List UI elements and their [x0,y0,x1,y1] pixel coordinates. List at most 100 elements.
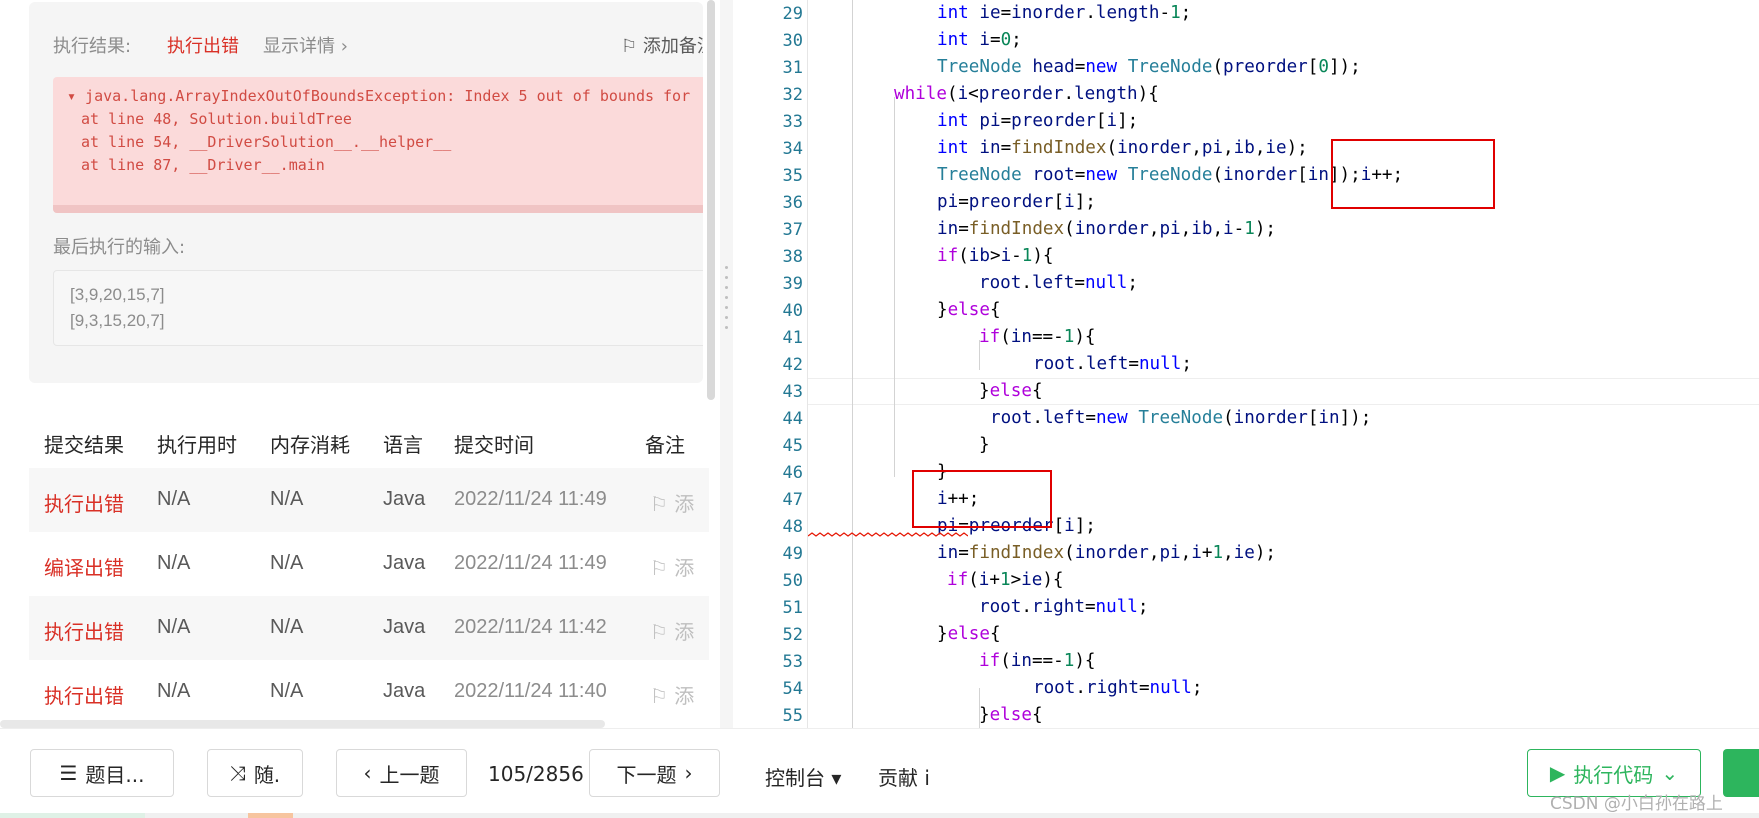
row-add-note[interactable]: ⚐ 添 [650,680,694,709]
code-line: }else{ [937,624,1001,644]
code-editor[interactable]: 29 30 31 32 33 34 35 36 37 38 39 40 41 4… [733,0,1759,728]
splitter-dot [725,316,728,319]
row-runtime: N/A [157,488,191,510]
problem-counter: 105/2856 [488,762,584,786]
next-label: 下一题 [616,762,677,787]
row-memory: N/A [270,488,304,510]
row-date: 2022/11/24 11:40 [454,680,607,702]
row-add-note[interactable]: ⚐ 添 [650,552,694,581]
row-date: 2022/11/24 11:42 [454,616,607,638]
result-label: 执行结果: [53,36,132,57]
next-problem-button[interactable]: 下一题 › [589,749,720,797]
input-line: [9,3,15,20,7] [70,311,165,330]
code-line: root.right=null; [1033,678,1203,698]
code-line: TreeNode head=new TreeNode(preorder[0]); [937,57,1361,77]
splitter-dot [725,266,728,269]
problem-list-button[interactable]: ☰ 题目... [30,749,174,797]
shuffle-icon: ⤨ [229,761,246,785]
last-input-label: 最后执行的输入: [53,237,186,258]
code-line: TreeNode root=new TreeNode(inorder[in]);… [937,165,1404,185]
row-memory: N/A [270,552,304,574]
list-icon: ☰ [59,761,78,785]
splitter-dot [725,306,728,309]
code-line: in=findIndex(inorder,pi,ib,i-1); [937,219,1276,239]
row-runtime: N/A [157,552,191,574]
left-scrollbar[interactable] [707,0,715,400]
random-button[interactable]: ⤨ 随. [207,749,303,797]
row-memory: N/A [270,680,304,702]
error-box: ▾ java.lang.ArrayIndexOutOfBoundsExcepti… [53,77,703,213]
table-row[interactable]: 执行出错 N/A N/A Java 2022/11/24 11:40 ⚐ 添 [29,660,709,724]
header-status: 提交结果 [44,433,124,457]
stack-line: at line 48, Solution.buildTree [81,110,352,128]
error-scrollbar[interactable] [53,205,703,213]
code-line: }else{ [979,381,1043,401]
code-line: int ie=inorder.length-1; [937,3,1192,23]
row-status[interactable]: 执行出错 [44,616,124,645]
row-status[interactable]: 编译出错 [44,552,124,581]
row-memory: N/A [270,616,304,638]
chevron-down-icon: ⌄ [1661,761,1679,785]
splitter-dot [725,296,728,299]
highlight-box [912,470,1052,528]
error-message: ▾ java.lang.ArrayIndexOutOfBoundsExcepti… [67,87,691,105]
splitter-dot [725,286,728,289]
row-add-note[interactable]: ⚐ 添 [650,488,694,517]
splitter-dot [725,276,728,279]
show-details-link[interactable]: 显示详情 › [263,32,348,58]
tab-segment [248,813,293,818]
header-note: 备注 [645,433,685,457]
row-status[interactable]: 执行出错 [44,680,124,709]
error-squiggle [808,532,968,537]
problem-list-label: 题目... [85,762,145,787]
chevron-left-icon: ‹ [363,761,372,785]
chevron-right-icon: › [684,761,693,785]
code-line: root.left=new TreeNode(inorder[in]); [990,408,1372,428]
stack-line: at line 87, __Driver__.main [81,156,325,174]
bottom-toolbar: ☰ 题目... ⤨ 随. ‹ 上一题 105/2856 下一题 › 控制台 ▾ … [0,728,1759,818]
code-line: while(i<preorder.length){ [894,84,1159,104]
last-input-box: [3,9,20,15,7] [9,3,15,20,7] [53,270,703,346]
row-language: Java [383,680,426,702]
code-line: pi=preorder[i]; [937,192,1096,212]
panel-splitter[interactable] [720,0,733,728]
code-line: root.left=null; [1033,354,1192,374]
row-date: 2022/11/24 11:49 [454,488,607,510]
code-line: if(in==-1){ [979,327,1096,347]
table-row[interactable]: 编译出错 N/A N/A Java 2022/11/24 11:49 ⚐ 添 [29,532,709,596]
tab-strip [0,813,1759,818]
table-row[interactable]: 执行出错 N/A N/A Java 2022/11/24 11:42 ⚐ 添 [29,596,709,660]
tab-segment [0,813,145,818]
watermark: CSDN @小白孙在路上 [1550,794,1723,814]
code-line: if(in==-1){ [979,651,1096,671]
stack-line: at line 54, __DriverSolution__.__helper_… [81,133,452,151]
header-runtime: 执行用时 [157,433,237,457]
row-add-note[interactable]: ⚐ 添 [650,616,694,645]
header-submit-time: 提交时间 [454,433,534,457]
add-note-button[interactable]: ⚐ 添加备注 [621,32,703,58]
row-language: Java [383,552,426,574]
submit-button[interactable] [1723,749,1759,797]
code-line: } [979,435,990,455]
row-runtime: N/A [157,680,191,702]
code-line: in=findIndex(inorder,pi,i+1,ie); [937,543,1276,563]
code-line: int pi=preorder[i]; [937,111,1139,131]
play-icon: ▶ [1549,761,1566,785]
code-line: if(ib>i-1){ [937,246,1054,266]
code-line: root.left=null; [979,273,1138,293]
left-panel: 执行结果: 执行出错 显示详情 › ⚐ 添加备注 ▾ java.lang.Arr… [0,0,720,728]
row-status[interactable]: 执行出错 [44,488,124,517]
contribute-link[interactable]: 贡献 i [878,762,930,791]
console-toggle[interactable]: 控制台 ▾ [765,762,841,791]
header-language: 语言 [383,433,423,457]
prev-label: 上一题 [379,762,440,787]
prev-problem-button[interactable]: ‹ 上一题 [336,749,467,797]
table-row[interactable]: 执行出错 N/A N/A Java 2022/11/24 11:49 ⚐ 添 [29,468,709,532]
input-line: [3,9,20,15,7] [70,285,165,304]
code-line: if(i+1>ie){ [947,570,1064,590]
horizontal-scrollbar[interactable] [0,720,605,728]
highlight-box [1331,139,1495,209]
result-card: 执行结果: 执行出错 显示详情 › ⚐ 添加备注 ▾ java.lang.Arr… [29,2,703,383]
code-line: }else{ [979,705,1043,725]
code-line: int in=findIndex(inorder,pi,ib,ie); [937,138,1308,158]
